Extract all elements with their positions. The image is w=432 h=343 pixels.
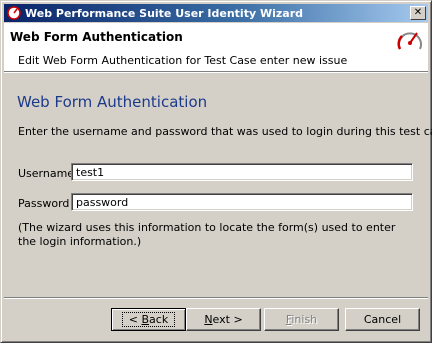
close-icon: ✕ <box>413 7 423 18</box>
wizard-header: Web Form Authentication Edit Web Form Au… <box>4 23 428 71</box>
finish-button[interactable]: Finish <box>264 308 339 331</box>
cancel-button-label: Cancel <box>363 313 402 326</box>
instruction-text: Enter the username and password that was… <box>18 125 432 138</box>
footer-separator <box>4 297 428 299</box>
title-bar[interactable]: Web Performance Suite User Identity Wiza… <box>4 4 428 22</box>
content-heading: Web Form Authentication <box>17 93 208 111</box>
username-label: Username <box>18 167 75 180</box>
header-separator <box>4 71 428 73</box>
back-button[interactable]: < Back <box>111 308 186 331</box>
gauge-icon <box>397 32 422 50</box>
wizard-window: Web Performance Suite User Identity Wiza… <box>0 0 432 343</box>
password-label: Password <box>18 197 70 210</box>
cancel-button[interactable]: Cancel <box>345 308 420 331</box>
password-input[interactable] <box>71 193 413 211</box>
next-button[interactable]: Next > <box>186 308 261 331</box>
finish-button-label: Finish <box>285 313 318 326</box>
window-title: Web Performance Suite User Identity Wiza… <box>25 6 303 20</box>
speedometer-icon <box>6 5 22 21</box>
username-input[interactable] <box>71 163 413 181</box>
next-button-label: Next > <box>204 313 243 326</box>
header-subtitle: Edit Web Form Authentication for Test Ca… <box>18 54 348 67</box>
back-button-label: < Back <box>121 312 176 327</box>
header-title: Web Form Authentication <box>10 30 183 44</box>
help-note: (The wizard uses this information to loc… <box>18 221 396 248</box>
close-button[interactable]: ✕ <box>410 6 426 20</box>
